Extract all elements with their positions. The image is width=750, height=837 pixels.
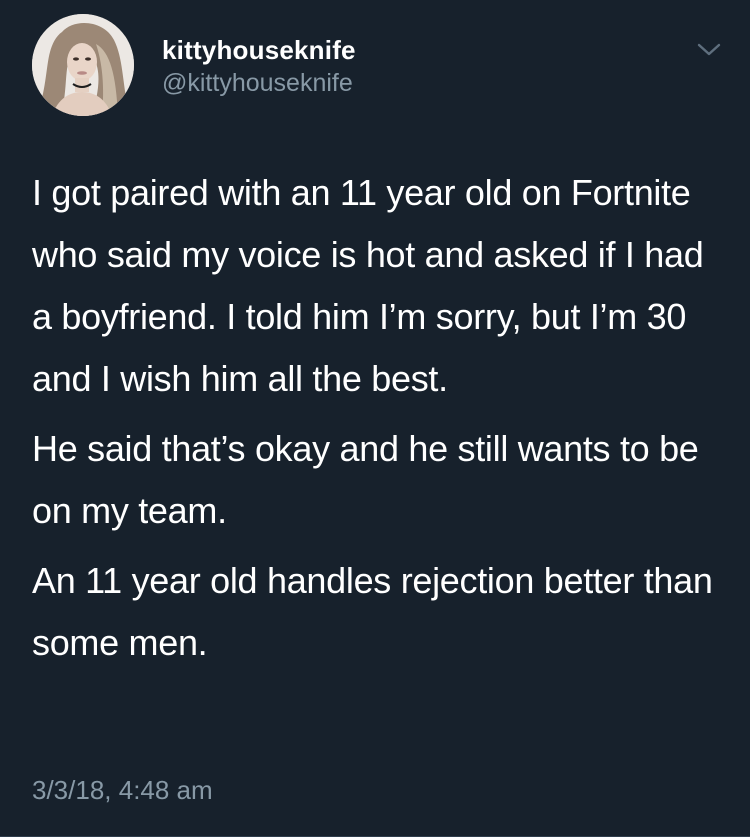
chevron-down-icon[interactable]	[696, 40, 722, 60]
tweet-timestamp[interactable]: 3/3/18, 4:48 am	[32, 775, 213, 806]
tweet-text: I got paired with an 11 year old on Fort…	[32, 162, 722, 682]
tweet-header: kittyhouseknife @kittyhouseknife	[32, 14, 722, 118]
profile-photo	[32, 14, 134, 116]
user-handle[interactable]: @kittyhouseknife	[162, 67, 356, 99]
avatar[interactable]	[32, 14, 134, 116]
display-name[interactable]: kittyhouseknife	[162, 35, 356, 65]
user-names: kittyhouseknife @kittyhouseknife	[162, 35, 356, 99]
tweet-card: kittyhouseknife @kittyhouseknife I got p…	[0, 0, 750, 837]
tweet-paragraph: An 11 year old handles rejection better …	[32, 560, 713, 663]
tweet-paragraph: He said that’s okay and he still wants t…	[32, 428, 699, 531]
tweet-paragraph: I got paired with an 11 year old on Fort…	[32, 172, 704, 399]
